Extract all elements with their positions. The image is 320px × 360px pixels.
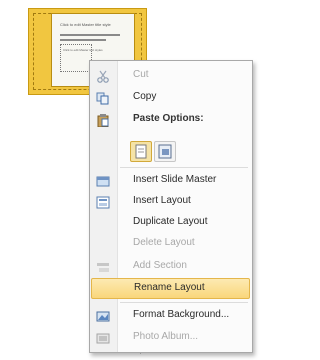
menu-item-add-section[interactable]: Add Section [91,257,250,278]
slide-master-icon [96,176,110,187]
menu-item-cut[interactable]: Cut [91,66,250,87]
menu-item-label: Rename Layout [134,282,205,293]
scissors-icon [97,70,109,83]
paste-picture-icon [158,144,172,159]
photo-album-icon [96,333,110,344]
format-background-icon [96,311,110,322]
paste-document-icon [135,144,147,159]
menu-item-label: Photo Album... [133,331,199,342]
layout-icon [96,196,110,209]
menu-item-label: Delete Layout [133,237,195,248]
menu-item-label: Add Section [133,260,187,271]
paste-picture-button[interactable] [154,141,176,162]
menu-item-copy[interactable]: Copy [91,88,250,109]
menu-item-label: Insert Slide Master [133,174,217,185]
menu-item-format-background[interactable]: Format Background... [91,306,250,327]
thumbnail-text-line [60,34,120,36]
thumbnail-placeholder-box: Click to edit Master text styles [60,44,103,72]
menu-item-label: Insert Layout [133,195,191,206]
copy-icon [96,92,109,105]
menu-item-rename-layout[interactable]: Rename Layout [91,278,250,299]
menu-item-label: Paste Options: [133,113,204,124]
menu-item-label: Format Background... [133,309,230,320]
menu-item-label: Copy [133,91,157,102]
menu-item-label: Cut [133,69,149,80]
menu-item-insert-layout[interactable]: Insert Layout [91,192,250,213]
clipboard-icon [97,114,109,127]
paste-keep-source-button[interactable] [130,141,152,162]
thumbnail-title: Click to edit Master title style [60,22,111,27]
menu-item-insert-slide-master[interactable]: Insert Slide Master [91,171,250,192]
menu-item-label: Duplicate Layout [133,216,208,227]
thumbnail-body-text: Click to edit Master text styles [63,48,103,52]
menu-separator [120,302,248,303]
menu-item-duplicate-layout[interactable]: Duplicate Layout [91,213,250,234]
thumbnail-text-line [60,39,106,41]
context-menu: Cut Copy Paste Options: Insert Slide Mas… [89,60,253,353]
menu-item-delete-layout[interactable]: Delete Layout [91,234,250,255]
menu-item-photo-album[interactable]: Photo Album... [91,328,250,349]
menu-separator [120,167,248,168]
section-icon [97,263,109,272]
menu-item-paste-options: Paste Options: [91,110,250,131]
